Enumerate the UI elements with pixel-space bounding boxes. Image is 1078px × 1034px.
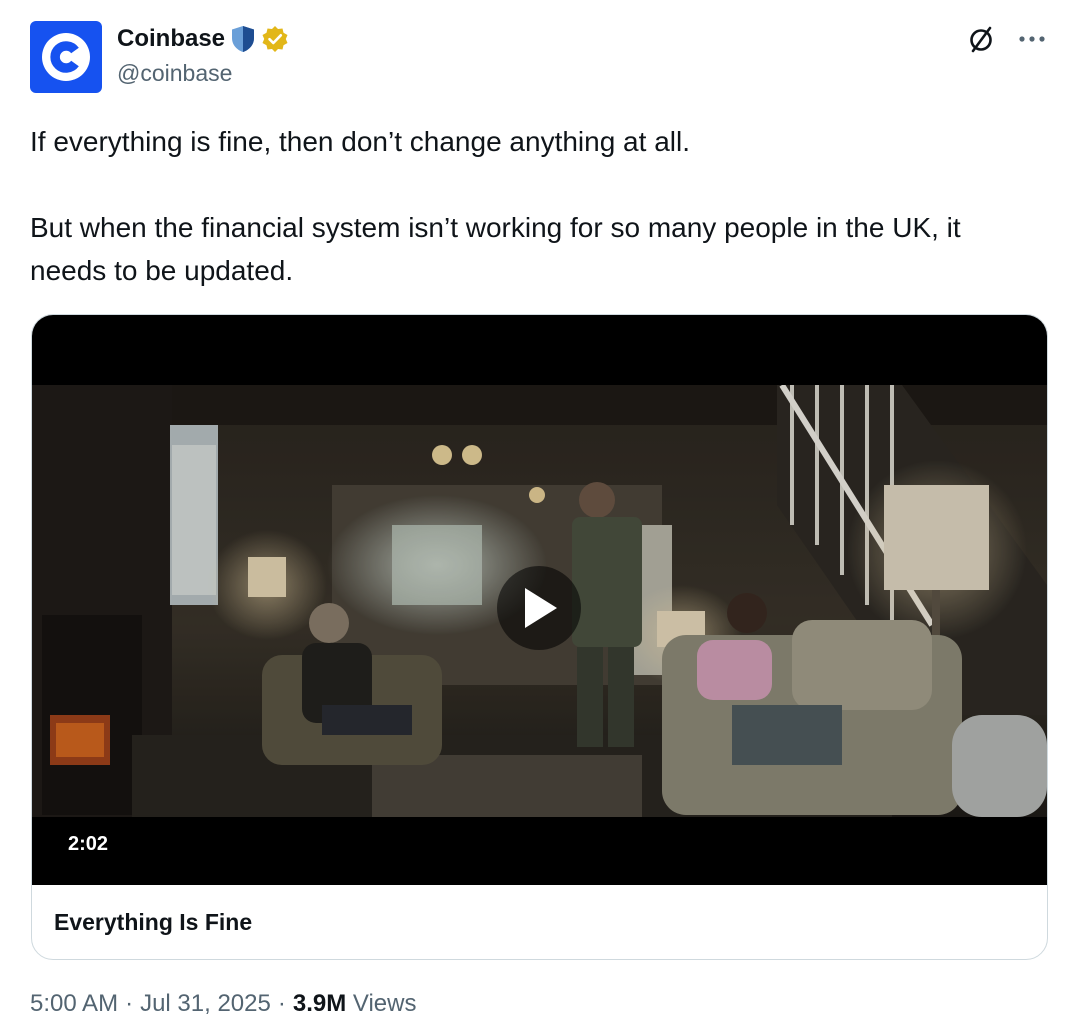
tweet-text: If everything is fine, then don’t change… [30,120,1040,292]
video-player[interactable]: 2:02 [32,315,1047,885]
meta-separator: · [277,990,286,1017]
meta-separator: · [125,990,134,1017]
tweet-paragraph: But when the financial system isn’t work… [30,212,961,286]
slashed-circle-icon[interactable] [966,24,996,54]
play-icon [525,588,557,628]
tweet-meta: 5:00 AM · Jul 31, 2025 · 3.9M Views [30,990,416,1018]
play-button[interactable] [497,566,581,650]
video-duration: 2:02 [68,833,109,855]
avatar[interactable] [30,21,102,93]
more-horizontal-icon[interactable] [1018,34,1046,44]
author-handle[interactable]: @coinbase [117,60,232,87]
video-card-title: Everything Is Fine [54,909,253,935]
tweet-paragraph: If everything is fine, then don’t change… [30,126,690,157]
author-display-name[interactable]: Coinbase [117,25,225,53]
views-count: 3.9M [292,990,347,1017]
video-card[interactable]: 2:02 Everything Is Fine [31,314,1048,960]
gold-verified-badge-icon[interactable] [261,25,289,53]
coinbase-logo-icon [42,33,90,81]
views-label: Views [352,990,417,1017]
tweet-time[interactable]: 5:00 AM [30,990,118,1018]
tweet-date[interactable]: Jul 31, 2025 [140,990,271,1018]
tweet-top-actions [966,24,1046,54]
shield-badge-icon[interactable] [231,25,255,53]
author-name-row: Coinbase [117,23,289,55]
